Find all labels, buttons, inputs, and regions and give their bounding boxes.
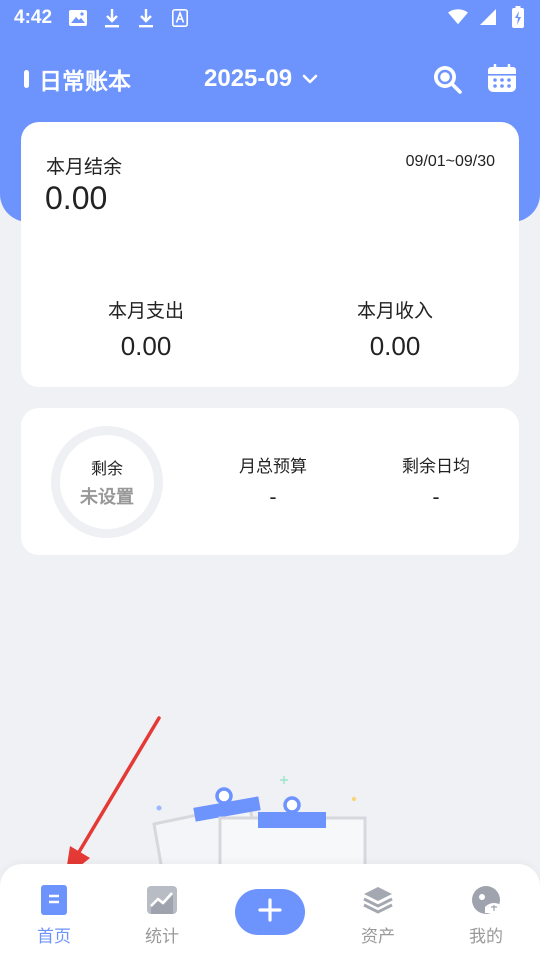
download-icon (102, 7, 122, 29)
profile-icon (446, 884, 526, 916)
tab-profile[interactable]: 我的 (446, 884, 526, 947)
ring-label: 剩余 (90, 459, 123, 478)
balance-label: 本月结余 (46, 156, 123, 178)
total-budget-label: 月总预算 (239, 457, 307, 477)
top-bar: 日常账本 2025-09 (0, 56, 540, 102)
expense-summary[interactable]: 本月支出 0.00 (46, 296, 246, 362)
search-icon[interactable] (430, 62, 464, 96)
empty-state-illustration (152, 776, 367, 870)
plus-icon (258, 898, 282, 926)
signal-icon (478, 6, 498, 28)
chart-icon (122, 884, 202, 916)
bottom-tab-bar: 首页 统计 资产 我的 (0, 864, 540, 960)
date-range: 09/01~09/30 (405, 153, 495, 170)
tab-home[interactable]: 首页 (14, 884, 94, 947)
daily-remaining-value: - (432, 485, 440, 509)
add-record-button[interactable] (235, 889, 305, 935)
budget-ring: 剩余 未设置 (51, 426, 163, 538)
tab-home-label: 首页 (37, 927, 71, 947)
balance-value: 0.00 (45, 180, 108, 216)
income-summary[interactable]: 本月收入 0.00 (295, 296, 495, 362)
status-bar: 4:42 (0, 0, 540, 36)
budget-card[interactable]: 剩余 未设置 月总预算 - 剩余日均 - (21, 408, 519, 555)
income-value: 0.00 (369, 331, 421, 361)
wifi-icon (448, 6, 468, 28)
tab-stats-label: 统计 (145, 927, 179, 947)
total-budget-value: - (269, 485, 277, 509)
font-icon (170, 7, 190, 29)
tab-stats[interactable]: 统计 (122, 884, 202, 947)
total-budget: 月总预算 - (198, 452, 348, 509)
layers-icon (338, 884, 418, 916)
balance-card[interactable]: 本月结余 09/01~09/30 0.00 本月支出 0.00 本月收入 0.0… (21, 122, 519, 387)
calendar-icon[interactable] (485, 62, 519, 96)
daily-remaining-label: 剩余日均 (402, 457, 470, 477)
image-icon (68, 7, 88, 29)
income-label: 本月收入 (356, 300, 433, 322)
ring-status: 未设置 (80, 487, 134, 508)
tab-assets-label: 资产 (361, 927, 395, 947)
expense-value: 0.00 (120, 331, 172, 361)
expense-label: 本月支出 (107, 300, 184, 322)
tab-profile-label: 我的 (469, 927, 503, 947)
month-label: 2025-09 (204, 65, 293, 92)
tab-assets[interactable]: 资产 (338, 884, 418, 947)
battery-charging-icon (508, 6, 528, 28)
download-icon (136, 7, 156, 29)
status-time: 4:42 (14, 7, 53, 28)
book-title: 日常账本 (39, 69, 131, 95)
title-accent-bar (24, 70, 29, 88)
month-picker[interactable]: 2025-09 (204, 65, 318, 93)
chevron-down-icon (302, 70, 318, 89)
book-selector[interactable]: 日常账本 (24, 62, 131, 96)
daily-remaining: 剩余日均 - (361, 452, 511, 509)
home-doc-icon (14, 884, 94, 916)
